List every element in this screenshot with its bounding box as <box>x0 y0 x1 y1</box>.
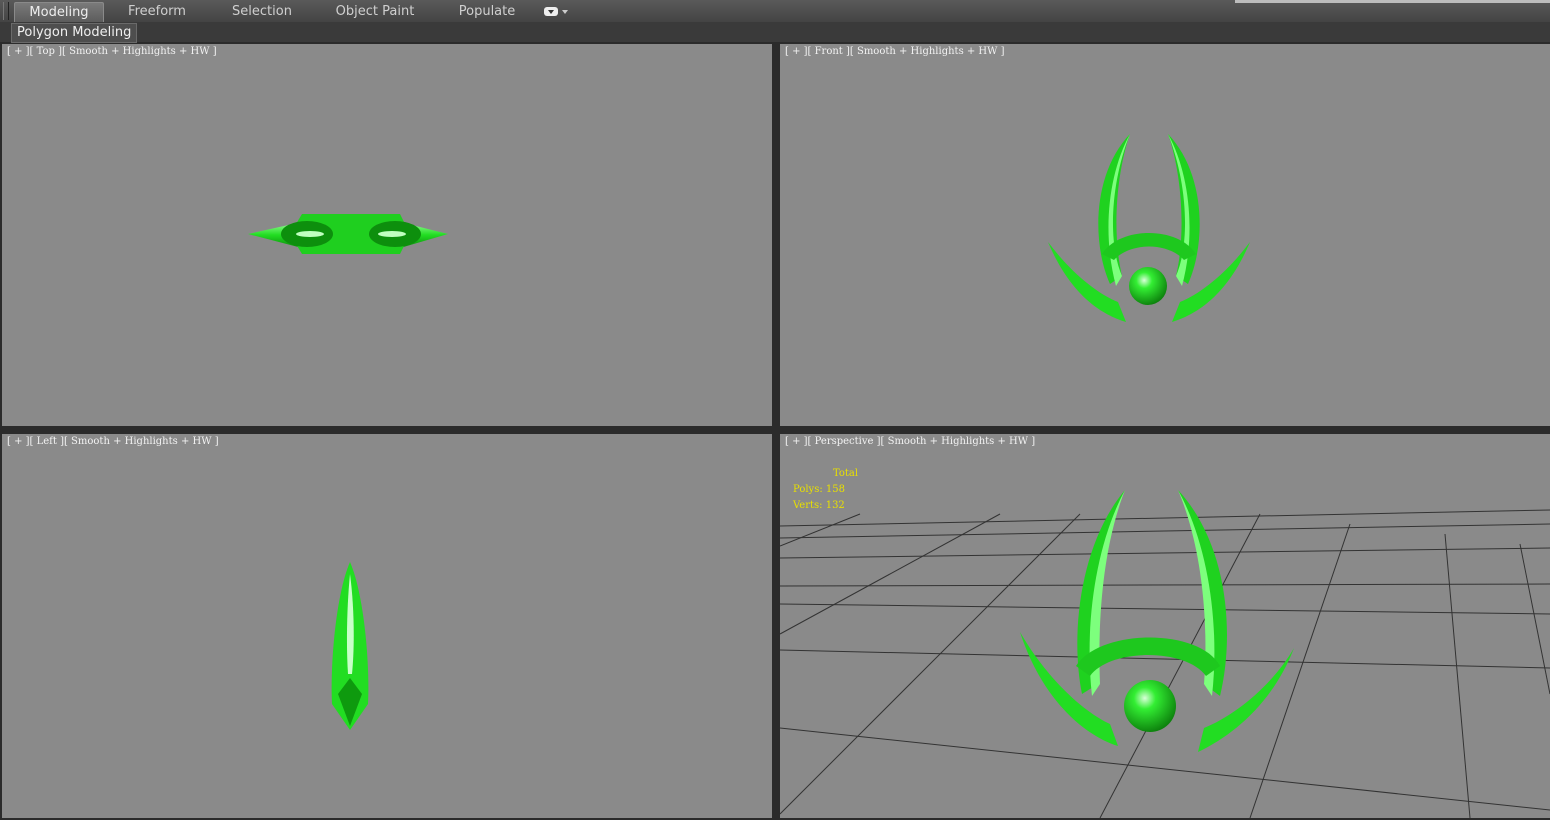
tab-populate[interactable]: Populate <box>442 2 532 21</box>
viewport-front[interactable]: [ + ][ Front ][ Smooth + Highlights + HW… <box>780 44 1550 426</box>
ribbon-panel-bar: Polygon Modeling <box>0 22 1550 43</box>
model-front-view <box>1048 134 1250 322</box>
dropdown-icon <box>544 7 558 16</box>
grip-handle[interactable] <box>3 2 9 20</box>
divider <box>1235 0 1550 3</box>
ribbon-options-dropdown[interactable] <box>544 6 570 18</box>
polygon-modeling-button[interactable]: Polygon Modeling <box>11 23 138 43</box>
chevron-down-icon <box>562 10 568 14</box>
viewport-perspective[interactable]: [ + ][ Perspective ][ Smooth + Highlight… <box>780 434 1550 818</box>
tab-modeling[interactable]: Modeling <box>14 2 104 22</box>
viewport-left[interactable]: [ + ][ Left ][ Smooth + Highlights + HW … <box>2 434 772 818</box>
perspective-grid-and-model <box>780 490 1550 818</box>
ribbon-tabbar: Modeling Freeform Selection Object Paint… <box>0 0 1550 23</box>
tab-selection[interactable]: Selection <box>215 2 309 21</box>
model-top-view <box>248 214 448 254</box>
tab-object-paint[interactable]: Object Paint <box>325 2 425 21</box>
tab-freeform[interactable]: Freeform <box>112 2 202 21</box>
ground-grid <box>780 509 1550 818</box>
model-left-view <box>331 562 369 730</box>
viewport-top[interactable]: [ + ][ Top ][ Smooth + Highlights + HW ] <box>2 44 772 426</box>
